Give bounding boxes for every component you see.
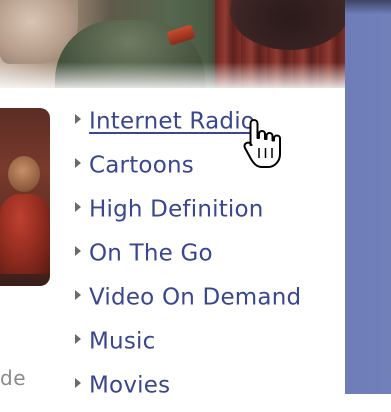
menu-item-label[interactable]: On The Go xyxy=(89,241,213,267)
menu-item-label[interactable]: Music xyxy=(89,329,155,355)
triangle-right-icon xyxy=(75,333,81,344)
thumbnail-body xyxy=(0,194,50,274)
triangle-right-icon xyxy=(75,201,81,212)
triangle-right-icon xyxy=(75,245,81,256)
banner-photo xyxy=(0,0,345,88)
side-strip-shadow xyxy=(345,0,391,14)
hand-pointer-icon xyxy=(243,119,281,168)
menu-item-music[interactable]: Music xyxy=(75,324,301,368)
banner-fade xyxy=(0,62,345,88)
side-strip xyxy=(345,0,391,394)
menu-item-label[interactable]: Cartoons xyxy=(89,153,194,179)
menu-item-label[interactable]: High Definition xyxy=(89,197,264,223)
menu-item-video-on-demand[interactable]: Video On Demand xyxy=(75,280,301,324)
thumbnail-image[interactable] xyxy=(0,108,50,286)
menu-item-label[interactable]: Internet Radio xyxy=(89,109,255,135)
triangle-right-icon xyxy=(75,377,81,388)
triangle-right-icon xyxy=(75,113,81,124)
menu-item-on-the-go[interactable]: On The Go xyxy=(75,236,301,280)
menu-item-label[interactable]: Movies xyxy=(89,373,170,399)
partial-left-text: de xyxy=(0,366,26,390)
menu-item-high-definition[interactable]: High Definition xyxy=(75,192,301,236)
menu-item-label[interactable]: Video On Demand xyxy=(89,285,301,311)
thumbnail-head xyxy=(8,156,40,192)
triangle-right-icon xyxy=(75,289,81,300)
menu-item-movies[interactable]: Movies xyxy=(75,368,301,412)
side-strip-fill xyxy=(345,0,391,394)
triangle-right-icon xyxy=(75,157,81,168)
